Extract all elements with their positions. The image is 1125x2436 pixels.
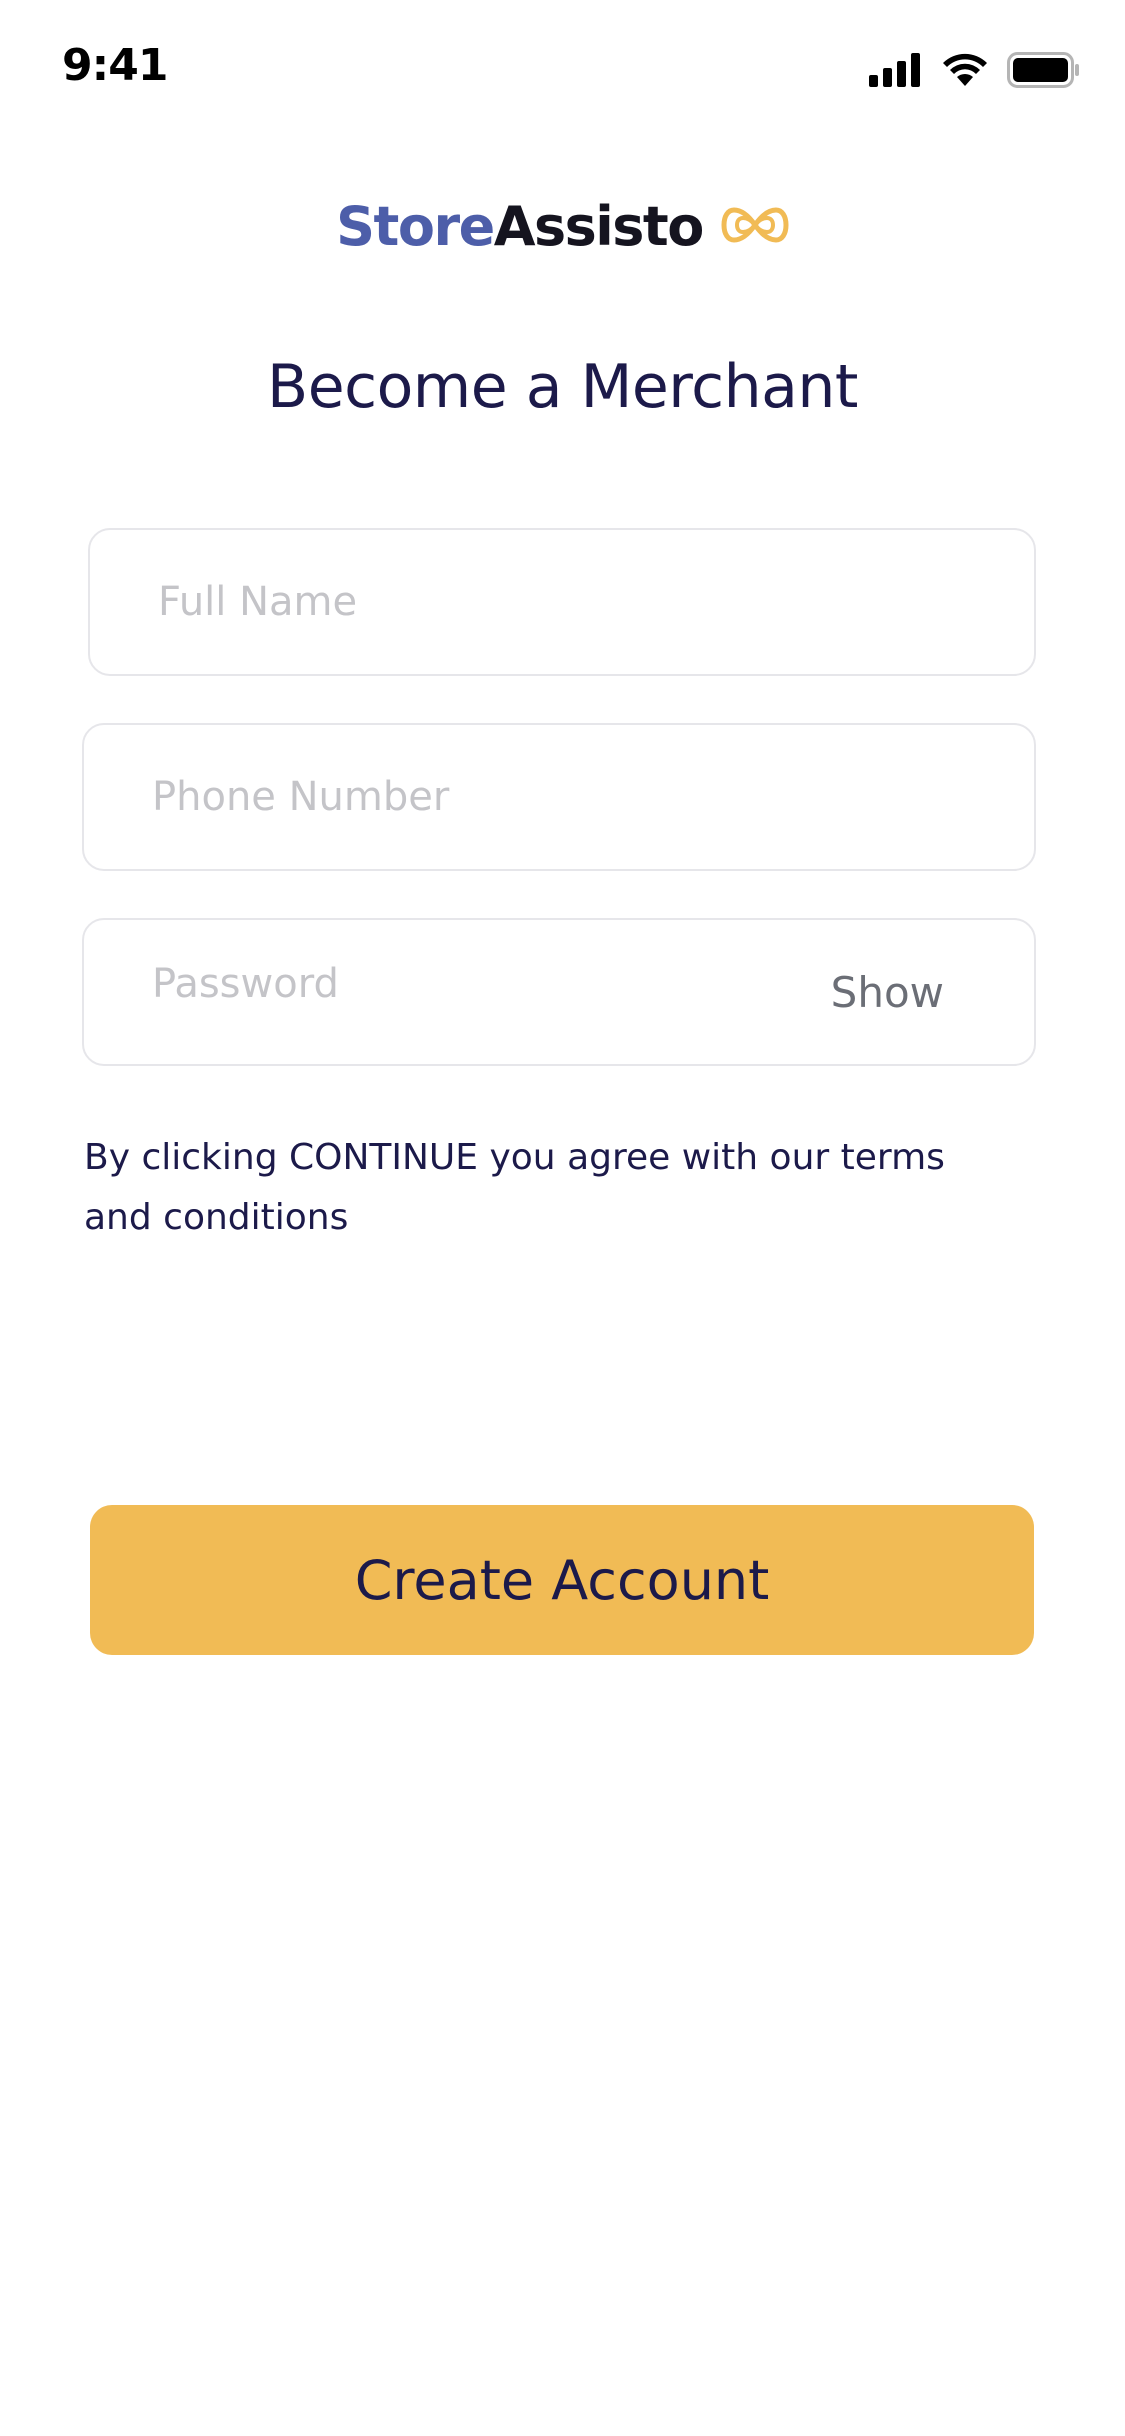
phone-number-input[interactable] [84,725,1034,869]
phone-number-field[interactable] [82,723,1036,871]
full-name-input[interactable] [90,530,1034,674]
page-title: Become a Merchant [267,352,858,422]
create-account-button[interactable]: Create Account [90,1505,1034,1655]
cellular-signal-icon [869,53,923,87]
status-bar: 9:41 [0,0,1125,140]
brand-store-text: Store [336,195,495,258]
infinity-icon [721,205,789,250]
show-password-button[interactable]: Show [831,968,944,1017]
wifi-icon [941,52,989,88]
password-field[interactable]: Show [82,918,1036,1066]
status-time: 9:41 [62,40,168,91]
battery-icon [1007,52,1081,88]
full-name-field[interactable] [88,528,1036,676]
status-icons [869,50,1081,90]
brand-assisto-text: Assisto [493,195,705,258]
brand-name: StoreAssisto [336,200,704,254]
terms-text: By clicking CONTINUE you agree with our … [84,1137,945,1238]
brand-logo: StoreAssisto [0,200,1125,254]
